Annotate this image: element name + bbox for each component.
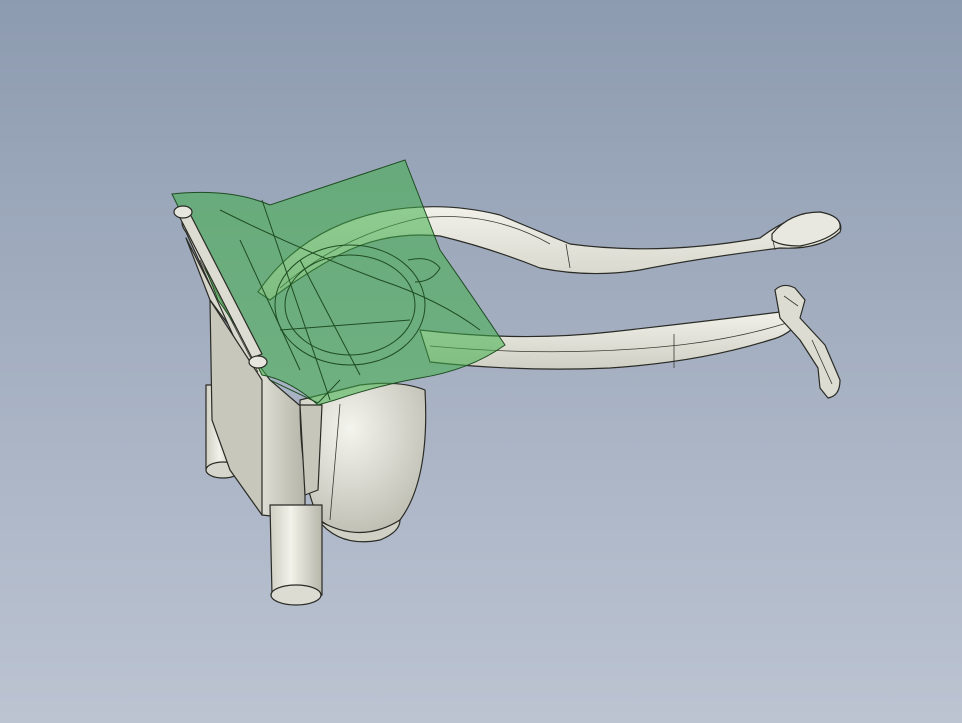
cad-model-render[interactable] (0, 0, 962, 723)
front-leg (269, 504, 323, 606)
cad-viewport[interactable] (0, 0, 962, 723)
